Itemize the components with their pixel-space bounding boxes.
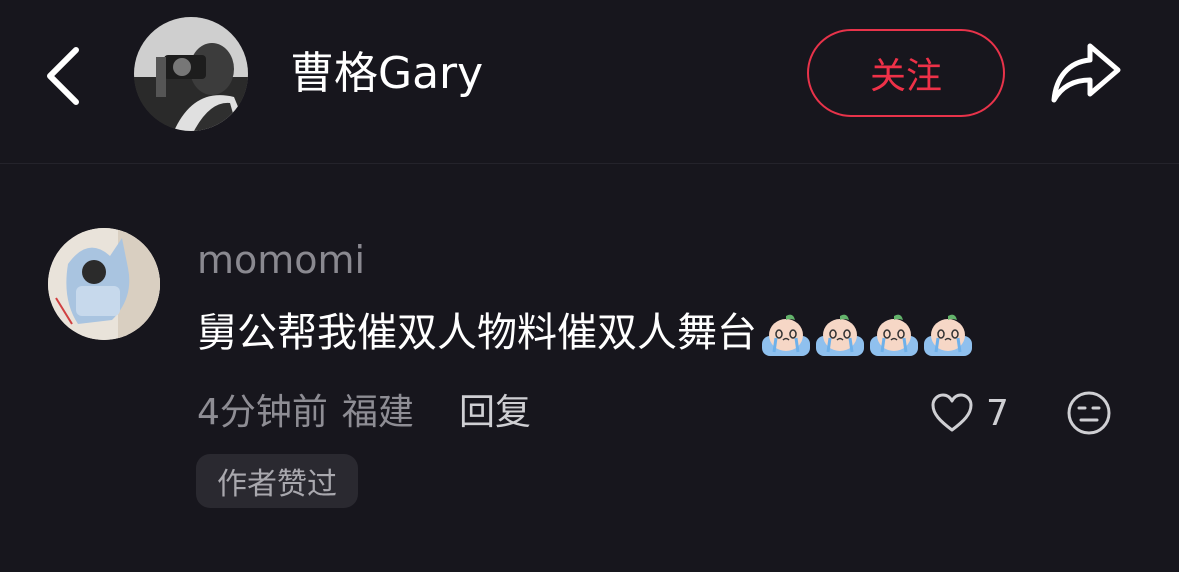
crying-peach-emoji-icon [762,314,810,356]
chevron-left-icon [47,47,79,105]
comment-body: 舅公帮我催双人物料催双人舞台 [197,305,975,361]
commenter-photo [48,228,160,340]
comment-location: 福建 [341,392,414,433]
like-count: 7 [986,392,1009,434]
crying-peach-emoji-icon [870,314,918,356]
heart-outline-icon [931,393,973,432]
comment-page: 曹格Gary 关注 momomi 舅公帮我催双人物料催双人舞台 4分钟前 福建 … [0,0,1179,572]
share-button[interactable] [1048,40,1124,106]
comment-text: 舅公帮我催双人物料催双人舞台 [197,310,757,356]
crying-peach-emoji-icon [816,314,864,356]
author-liked-badge: 作者赞过 [196,454,358,508]
share-icon [1051,43,1121,103]
crying-peach-emoji-icon [924,314,972,356]
dislike-button[interactable] [1066,390,1112,436]
comment-time: 4分钟前 [197,392,328,433]
like-button[interactable]: 7 [930,388,1009,438]
author-avatar[interactable] [134,17,248,131]
comment-meta: 4分钟前 福建 [197,388,414,438]
commenter-avatar[interactable] [48,228,160,340]
follow-button[interactable]: 关注 [807,29,1005,117]
comment-username[interactable]: momomi [197,234,365,286]
emoji-group [759,308,975,358]
back-button[interactable] [36,38,96,114]
author-photo [134,17,248,131]
top-bar: 曹格Gary 关注 [0,0,1179,164]
meh-face-icon [1067,391,1111,435]
reply-button[interactable]: 回复 [459,388,531,438]
follow-button-label: 关注 [869,56,942,97]
page-title: 曹格Gary [290,48,484,99]
